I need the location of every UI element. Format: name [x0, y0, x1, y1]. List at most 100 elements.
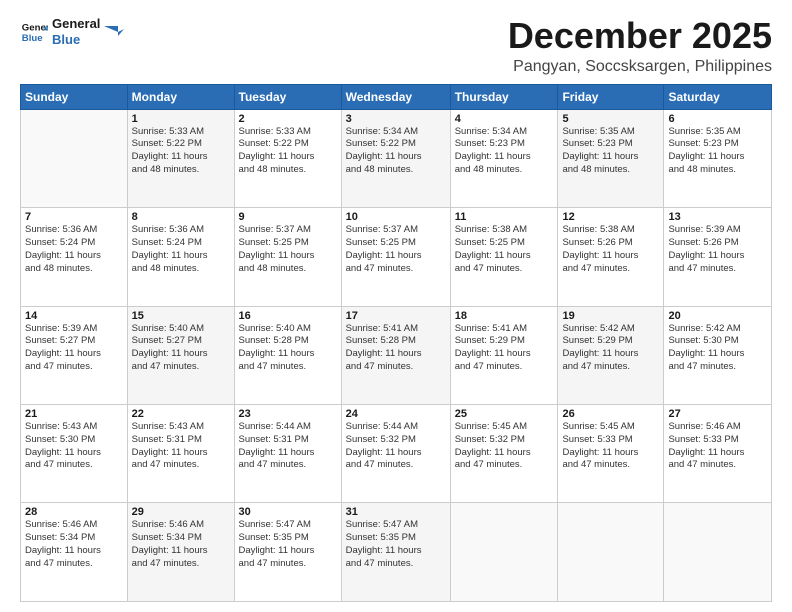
day-info: Sunrise: 5:40 AM Sunset: 5:27 PM Dayligh… [132, 323, 230, 374]
day-number: 13 [668, 211, 767, 223]
day-info: Sunrise: 5:43 AM Sunset: 5:30 PM Dayligh… [25, 421, 123, 472]
day-number: 8 [132, 211, 230, 223]
day-number: 18 [455, 310, 554, 322]
day-cell: 28Sunrise: 5:46 AM Sunset: 5:34 PM Dayli… [21, 503, 128, 602]
day-cell: 4Sunrise: 5:34 AM Sunset: 5:23 PM Daylig… [450, 109, 558, 207]
logo-arrow-icon [104, 22, 124, 42]
day-cell: 17Sunrise: 5:41 AM Sunset: 5:28 PM Dayli… [341, 306, 450, 404]
day-cell: 6Sunrise: 5:35 AM Sunset: 5:23 PM Daylig… [664, 109, 772, 207]
day-cell [558, 503, 664, 602]
day-number: 3 [346, 113, 446, 125]
day-info: Sunrise: 5:44 AM Sunset: 5:31 PM Dayligh… [239, 421, 337, 472]
day-number: 26 [562, 408, 659, 420]
day-info: Sunrise: 5:46 AM Sunset: 5:34 PM Dayligh… [132, 519, 230, 570]
day-cell: 15Sunrise: 5:40 AM Sunset: 5:27 PM Dayli… [127, 306, 234, 404]
day-info: Sunrise: 5:35 AM Sunset: 5:23 PM Dayligh… [668, 126, 767, 177]
day-number: 11 [455, 211, 554, 223]
day-cell: 20Sunrise: 5:42 AM Sunset: 5:30 PM Dayli… [664, 306, 772, 404]
weekday-header-monday: Monday [127, 84, 234, 109]
day-info: Sunrise: 5:42 AM Sunset: 5:30 PM Dayligh… [668, 323, 767, 374]
week-row-4: 21Sunrise: 5:43 AM Sunset: 5:30 PM Dayli… [21, 405, 772, 503]
header: General Blue General Blue December 2025 … [20, 16, 772, 76]
day-info: Sunrise: 5:34 AM Sunset: 5:22 PM Dayligh… [346, 126, 446, 177]
day-info: Sunrise: 5:46 AM Sunset: 5:33 PM Dayligh… [668, 421, 767, 472]
day-info: Sunrise: 5:35 AM Sunset: 5:23 PM Dayligh… [562, 126, 659, 177]
day-number: 4 [455, 113, 554, 125]
weekday-header-sunday: Sunday [21, 84, 128, 109]
day-info: Sunrise: 5:36 AM Sunset: 5:24 PM Dayligh… [25, 224, 123, 275]
day-cell: 5Sunrise: 5:35 AM Sunset: 5:23 PM Daylig… [558, 109, 664, 207]
day-cell: 27Sunrise: 5:46 AM Sunset: 5:33 PM Dayli… [664, 405, 772, 503]
day-cell [664, 503, 772, 602]
day-info: Sunrise: 5:39 AM Sunset: 5:27 PM Dayligh… [25, 323, 123, 374]
day-cell: 7Sunrise: 5:36 AM Sunset: 5:24 PM Daylig… [21, 208, 128, 306]
day-number: 17 [346, 310, 446, 322]
day-number: 9 [239, 211, 337, 223]
day-info: Sunrise: 5:38 AM Sunset: 5:26 PM Dayligh… [562, 224, 659, 275]
day-cell: 26Sunrise: 5:45 AM Sunset: 5:33 PM Dayli… [558, 405, 664, 503]
day-number: 12 [562, 211, 659, 223]
day-info: Sunrise: 5:41 AM Sunset: 5:29 PM Dayligh… [455, 323, 554, 374]
day-info: Sunrise: 5:45 AM Sunset: 5:32 PM Dayligh… [455, 421, 554, 472]
day-info: Sunrise: 5:42 AM Sunset: 5:29 PM Dayligh… [562, 323, 659, 374]
day-cell: 11Sunrise: 5:38 AM Sunset: 5:25 PM Dayli… [450, 208, 558, 306]
day-number: 29 [132, 506, 230, 518]
day-info: Sunrise: 5:47 AM Sunset: 5:35 PM Dayligh… [346, 519, 446, 570]
day-cell: 9Sunrise: 5:37 AM Sunset: 5:25 PM Daylig… [234, 208, 341, 306]
main-title: December 2025 [508, 16, 772, 56]
day-number: 5 [562, 113, 659, 125]
logo: General Blue General Blue [20, 16, 124, 47]
day-number: 2 [239, 113, 337, 125]
title-block: December 2025 Pangyan, Soccsksargen, Phi… [508, 16, 772, 76]
day-number: 23 [239, 408, 337, 420]
day-number: 21 [25, 408, 123, 420]
day-number: 20 [668, 310, 767, 322]
page: General Blue General Blue December 2025 … [0, 0, 792, 612]
day-number: 7 [25, 211, 123, 223]
day-number: 6 [668, 113, 767, 125]
day-number: 27 [668, 408, 767, 420]
day-cell: 13Sunrise: 5:39 AM Sunset: 5:26 PM Dayli… [664, 208, 772, 306]
calendar-table: SundayMondayTuesdayWednesdayThursdayFrid… [20, 84, 772, 602]
day-info: Sunrise: 5:47 AM Sunset: 5:35 PM Dayligh… [239, 519, 337, 570]
day-cell [21, 109, 128, 207]
weekday-header-saturday: Saturday [664, 84, 772, 109]
day-info: Sunrise: 5:36 AM Sunset: 5:24 PM Dayligh… [132, 224, 230, 275]
day-info: Sunrise: 5:44 AM Sunset: 5:32 PM Dayligh… [346, 421, 446, 472]
day-number: 16 [239, 310, 337, 322]
day-cell: 16Sunrise: 5:40 AM Sunset: 5:28 PM Dayli… [234, 306, 341, 404]
day-cell: 18Sunrise: 5:41 AM Sunset: 5:29 PM Dayli… [450, 306, 558, 404]
day-info: Sunrise: 5:41 AM Sunset: 5:28 PM Dayligh… [346, 323, 446, 374]
weekday-header-wednesday: Wednesday [341, 84, 450, 109]
day-cell: 14Sunrise: 5:39 AM Sunset: 5:27 PM Dayli… [21, 306, 128, 404]
day-info: Sunrise: 5:37 AM Sunset: 5:25 PM Dayligh… [346, 224, 446, 275]
day-cell: 24Sunrise: 5:44 AM Sunset: 5:32 PM Dayli… [341, 405, 450, 503]
day-number: 15 [132, 310, 230, 322]
weekday-header-friday: Friday [558, 84, 664, 109]
logo-icon: General Blue [20, 18, 48, 46]
day-info: Sunrise: 5:37 AM Sunset: 5:25 PM Dayligh… [239, 224, 337, 275]
day-info: Sunrise: 5:45 AM Sunset: 5:33 PM Dayligh… [562, 421, 659, 472]
day-cell: 30Sunrise: 5:47 AM Sunset: 5:35 PM Dayli… [234, 503, 341, 602]
svg-text:General: General [22, 22, 48, 33]
day-info: Sunrise: 5:39 AM Sunset: 5:26 PM Dayligh… [668, 224, 767, 275]
day-info: Sunrise: 5:33 AM Sunset: 5:22 PM Dayligh… [239, 126, 337, 177]
day-cell: 8Sunrise: 5:36 AM Sunset: 5:24 PM Daylig… [127, 208, 234, 306]
logo-general: General [52, 16, 100, 32]
day-number: 10 [346, 211, 446, 223]
day-cell: 12Sunrise: 5:38 AM Sunset: 5:26 PM Dayli… [558, 208, 664, 306]
day-number: 19 [562, 310, 659, 322]
day-number: 25 [455, 408, 554, 420]
weekday-header-thursday: Thursday [450, 84, 558, 109]
day-number: 24 [346, 408, 446, 420]
day-cell: 31Sunrise: 5:47 AM Sunset: 5:35 PM Dayli… [341, 503, 450, 602]
day-number: 28 [25, 506, 123, 518]
week-row-5: 28 Sunrise: 5:46 AM Sunset: 5:34 PM Dayli… [21, 503, 772, 602]
day-info: Sunrise: 5:34 AM Sunset: 5:23 PM Dayligh… [455, 126, 554, 177]
day-cell: 29Sunrise: 5:46 AM Sunset: 5:34 PM Dayli… [127, 503, 234, 602]
day-number: 31 [346, 506, 446, 518]
day-cell: 2Sunrise: 5:33 AM Sunset: 5:22 PM Daylig… [234, 109, 341, 207]
weekday-header-tuesday: Tuesday [234, 84, 341, 109]
week-row-1: 1Sunrise: 5:33 AM Sunset: 5:22 PM Daylig… [21, 109, 772, 207]
day-cell: 1Sunrise: 5:33 AM Sunset: 5:22 PM Daylig… [127, 109, 234, 207]
